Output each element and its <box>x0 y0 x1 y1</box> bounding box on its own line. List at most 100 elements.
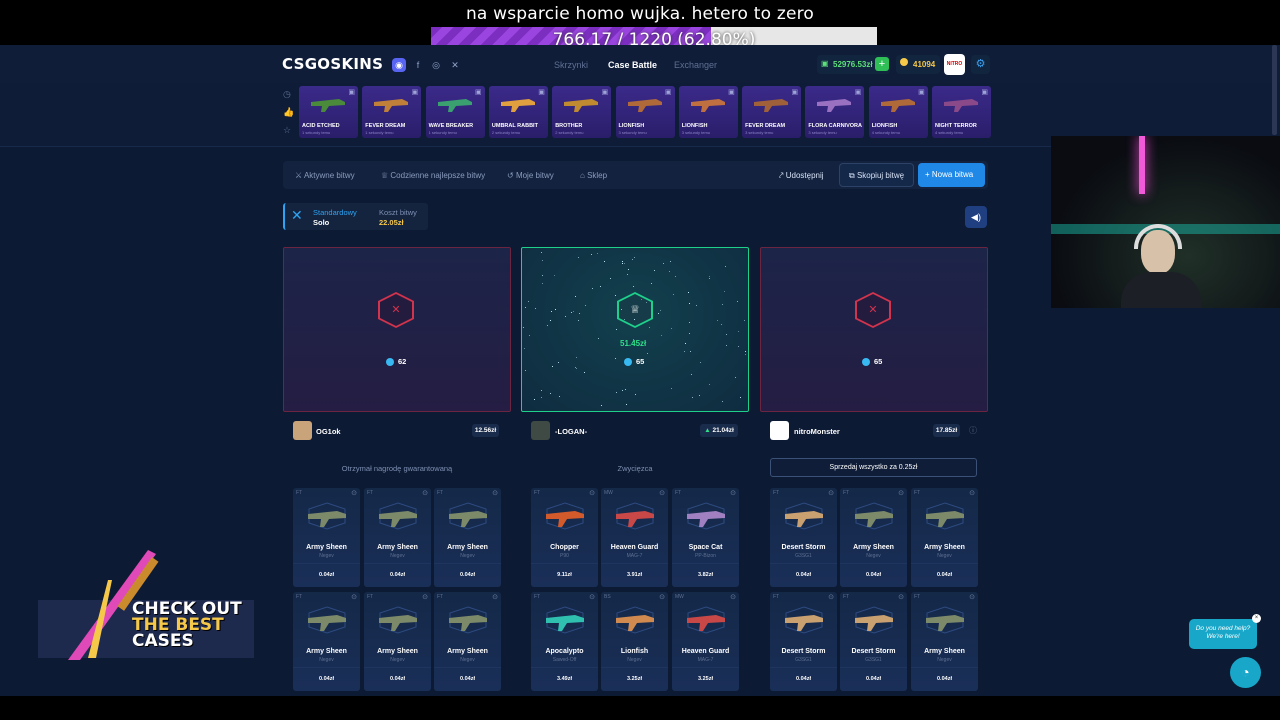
tab-my-battles[interactable]: ↺ Moje bitwy <box>507 171 554 180</box>
item-card[interactable]: FT ⊙ Desert Storm G3SG1 0.04zł <box>770 488 837 587</box>
live-drop-item[interactable]: ▣ NIGHT TERROR 4 sekundy temu <box>932 86 991 138</box>
check-icon[interactable]: ⊙ <box>898 593 904 601</box>
live-drop-item[interactable]: ▣ WAVE BREAKER 1 sekundy temu <box>425 86 485 138</box>
check-icon[interactable]: ⊙ <box>659 593 665 601</box>
live-drop-item[interactable]: ▣ FEVER DREAM 3 sekundy temu <box>742 86 802 138</box>
nav-exchanger[interactable]: Exchanger <box>674 60 717 70</box>
check-icon[interactable]: ⊙ <box>589 593 595 601</box>
star-particle <box>575 356 577 358</box>
item-card[interactable]: FT ⊙ Army Sheen Negev 0.04zł <box>293 488 360 587</box>
player-avatar[interactable] <box>531 421 550 440</box>
tab-shop[interactable]: ⌂ Sklep <box>580 171 607 180</box>
live-drop-item[interactable]: ▣ UMBRAL RABBIT 2 sekundy temu <box>488 86 548 138</box>
user-avatar[interactable]: NITRO <box>944 54 965 75</box>
star-particle <box>583 371 585 373</box>
item-card[interactable]: FT ⊙ Desert Storm G3SG1 0.04zł <box>840 592 907 691</box>
check-icon[interactable]: ⊙ <box>969 489 975 497</box>
live-drop-item[interactable]: ▣ LIONFISH 3 sekundy temu <box>615 86 675 138</box>
item-card[interactable]: FT ⊙ Army Sheen Negev 0.04zł <box>911 592 978 691</box>
tab-active-battles[interactable]: ⚔ Aktywne bitwy <box>295 171 355 180</box>
close-icon[interactable]: × <box>1252 614 1261 623</box>
item-card[interactable]: FT ⊙ Army Sheen Negev 0.04zł <box>364 488 431 587</box>
live-drop-item[interactable]: ▣ FLORA CARNIVORA 3 sekundy temu <box>805 86 865 138</box>
sound-toggle-button[interactable]: ◀) <box>965 206 987 228</box>
check-icon[interactable]: ⊙ <box>589 489 595 497</box>
check-icon[interactable]: ⊙ <box>351 593 357 601</box>
item-wear: FT <box>773 594 780 600</box>
player-name[interactable]: -LOGAN- <box>555 427 587 436</box>
player-avatar[interactable] <box>293 421 312 440</box>
item-card[interactable]: FT ⊙ Army Sheen Negev 0.04zł <box>434 592 501 691</box>
facebook-icon[interactable]: f <box>411 58 425 72</box>
item-name: Heaven Guard <box>681 648 730 655</box>
clock-icon[interactable]: ◷ <box>283 89 291 100</box>
item-name: Army Sheen <box>853 544 894 551</box>
check-icon[interactable]: ⊙ <box>969 593 975 601</box>
item-card[interactable]: FT ⊙ Desert Storm G3SG1 0.04zł <box>770 592 837 691</box>
star-particle <box>615 294 617 296</box>
info-icon[interactable]: ⓘ <box>969 425 977 436</box>
player-name[interactable]: OG1ok <box>316 427 341 436</box>
tab-daily-best-battles[interactable]: ♕ Codzienne najlepsze bitwy <box>381 171 485 180</box>
site-logo[interactable]: CSGOSKINS <box>282 55 383 73</box>
sell-all-button[interactable]: Sprzedaj wszystko za 0.25zł <box>770 458 977 477</box>
check-icon[interactable]: ⊙ <box>659 489 665 497</box>
live-drop-time: 4 sekundy temu <box>871 130 900 135</box>
live-drop-item[interactable]: ▣ LIONFISH 3 sekundy temu <box>678 86 738 138</box>
player-name[interactable]: nitroMonster <box>794 427 840 436</box>
item-wear: FT <box>843 490 850 496</box>
check-icon[interactable]: ⊙ <box>492 489 498 497</box>
item-price: 3.49zł <box>557 676 572 682</box>
help-bubble[interactable]: Do you need help? We're here! <box>1189 619 1257 649</box>
nav-case-battle[interactable]: Case Battle <box>608 60 657 70</box>
promo-banner-text[interactable]: CHECK OUT THE BEST CASES <box>132 601 257 650</box>
new-battle-button[interactable]: + Nowa bitwa <box>918 163 985 187</box>
item-wear: FT <box>534 490 541 496</box>
check-icon[interactable]: ⊙ <box>422 489 428 497</box>
player-avatar[interactable] <box>770 421 789 440</box>
instagram-icon[interactable]: ◎ <box>429 58 443 72</box>
item-card[interactable]: FT ⊙ Army Sheen Negev 0.04zł <box>364 592 431 691</box>
deposit-button[interactable]: + <box>875 57 889 71</box>
check-icon[interactable]: ⊙ <box>898 489 904 497</box>
weapon-image <box>374 99 409 112</box>
item-card[interactable]: FT ⊙ Army Sheen Negev 0.04zł <box>434 488 501 587</box>
live-drop-item[interactable]: ▣ LIONFISH 4 sekundy temu <box>868 86 928 138</box>
share-button[interactable]: ⤤ Udostępnij <box>779 171 824 181</box>
item-card[interactable]: MW ⊙ Heaven Guard MAG-7 3.91zł <box>601 488 668 587</box>
check-icon[interactable]: ⊙ <box>730 489 736 497</box>
discord-icon[interactable]: ◉ <box>392 58 406 72</box>
case-icon: ▣ <box>538 89 545 96</box>
webcam-overlay <box>1051 136 1280 308</box>
check-icon[interactable]: ⊙ <box>828 593 834 601</box>
item-card[interactable]: BS ⊙ Lionfish Negev 3.25zł <box>601 592 668 691</box>
live-drop-item[interactable]: ▣ BROTHER 2 sekundy temu <box>552 86 612 138</box>
trophy-icon: ♕ <box>381 171 391 180</box>
chat-icon[interactable]: ◔ <box>1230 657 1261 688</box>
live-drop-item[interactable]: ▣ FEVER DREAM 1 sekundy temu <box>362 86 422 138</box>
weapon-image <box>855 606 893 634</box>
item-card[interactable]: FT ⊙ Chopper P90 9.11zł <box>531 488 598 587</box>
copy-battle-button[interactable]: ⧉ Skopiuj bitwę <box>839 163 914 187</box>
item-card[interactable]: FT ⊙ Army Sheen Negev 0.04zł <box>293 592 360 691</box>
gear-icon[interactable]: ⚙ <box>971 55 990 74</box>
item-card[interactable]: FT ⊙ Space Cat PP-Bizon 3.82zł <box>672 488 739 587</box>
live-drop-item[interactable]: ▣ ACID ETCHED 1 sekundy temu <box>299 86 358 138</box>
thumbs-up-icon[interactable]: 👍 <box>283 107 294 118</box>
check-icon[interactable]: ⊙ <box>351 489 357 497</box>
nav-cases[interactable]: Skrzynki <box>554 60 588 70</box>
item-wear: FT <box>437 490 444 496</box>
item-card[interactable]: MW ⊙ Heaven Guard MAG-7 3.25zł <box>672 592 739 691</box>
check-icon[interactable]: ⊙ <box>492 593 498 601</box>
scrollbar[interactable] <box>1272 45 1277 135</box>
weapon-image <box>500 99 535 112</box>
item-card[interactable]: FT ⊙ Army Sheen Negev 0.04zł <box>911 488 978 587</box>
x-twitter-icon[interactable]: ✕ <box>448 58 462 72</box>
check-icon[interactable]: ⊙ <box>730 593 736 601</box>
check-icon[interactable]: ⊙ <box>422 593 428 601</box>
item-card[interactable]: FT ⊙ Army Sheen Negev 0.04zł <box>840 488 907 587</box>
item-card[interactable]: FT ⊙ Apocalypto Sawed-Off 3.49zł <box>531 592 598 691</box>
check-icon[interactable]: ⊙ <box>828 489 834 497</box>
weapon-image <box>880 99 915 112</box>
star-icon[interactable]: ☆ <box>283 125 291 136</box>
